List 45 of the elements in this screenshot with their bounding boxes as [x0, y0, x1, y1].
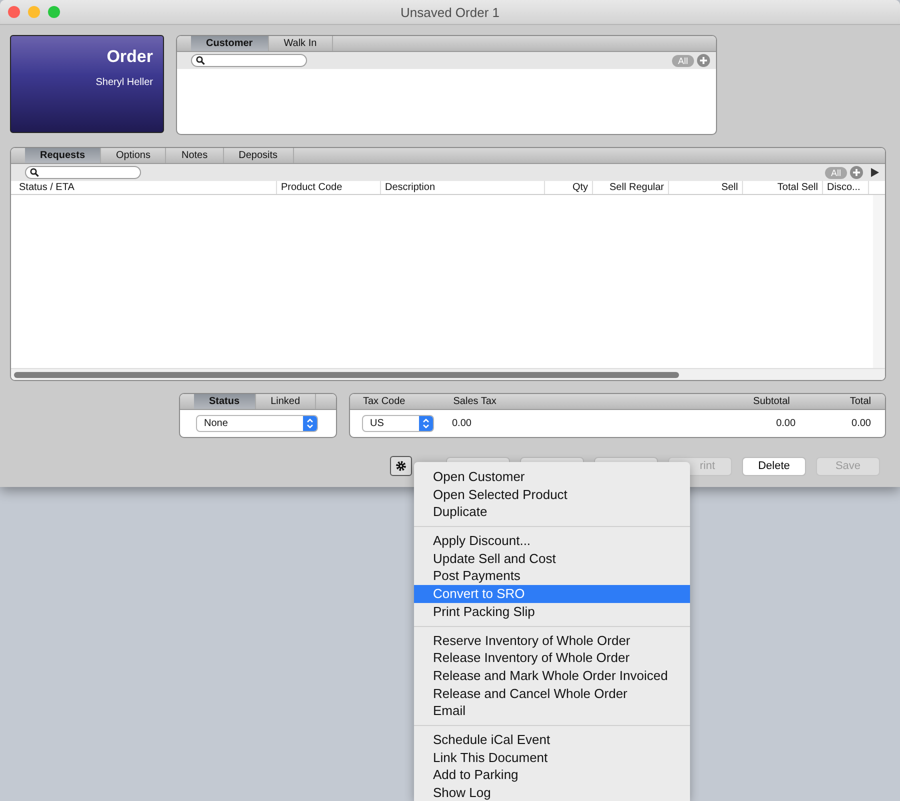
column-header: Tax Code [363, 396, 406, 407]
tab[interactable]: Requests [25, 148, 102, 163]
menu-item[interactable]: Release and Cancel Whole Order [414, 684, 690, 702]
tab[interactable]: Linked [256, 394, 316, 409]
column-header[interactable]: Status / ETA [15, 181, 277, 194]
button[interactable]: Delete [742, 456, 806, 476]
menu-item[interactable]: Email [414, 702, 690, 720]
menu-item[interactable]: Show Log [414, 784, 690, 801]
menu-item[interactable]: Apply Discount... [414, 532, 690, 550]
menu-item[interactable]: Reserve Inventory of Whole Order [414, 632, 690, 650]
tax-code-dropdown[interactable]: US [362, 415, 434, 432]
order-title: Order [106, 47, 153, 67]
tab[interactable]: Options [101, 148, 166, 163]
menu-item[interactable]: Print Packing Slip [414, 602, 690, 620]
menu-item[interactable]: Add to Parking [414, 766, 690, 784]
tab[interactable]: Notes [166, 148, 224, 163]
column-header[interactable]: Disco... [823, 181, 869, 194]
menu-item[interactable]: Duplicate [414, 503, 690, 522]
column-header[interactable]: Product Code [277, 181, 381, 194]
menu-item[interactable]: Release Inventory of Whole Order [414, 649, 690, 667]
tab[interactable]: Status [194, 394, 256, 409]
total-value: 0.00 [852, 418, 871, 429]
menu-item[interactable]: Open Selected Product [414, 486, 690, 504]
tab[interactable]: Deposits [224, 148, 294, 163]
column-header[interactable]: Sell [669, 181, 743, 194]
status-dropdown[interactable]: None [196, 415, 318, 432]
menu-item[interactable]: Release and Mark Whole Order Invoiced [414, 666, 690, 685]
column-header[interactable]: Total Sell [743, 181, 823, 194]
column-header: Sales Tax [453, 396, 496, 407]
tab[interactable]: Walk In [268, 36, 333, 51]
sales-tax-value: 0.00 [452, 418, 472, 429]
window-title: Unsaved Order 1 [400, 4, 500, 20]
column-header[interactable]: Description [381, 181, 545, 194]
column-header: Total [850, 396, 871, 407]
menu-item[interactable]: Link This Document [414, 748, 690, 766]
subtotal-value: 0.00 [776, 418, 796, 429]
column-header[interactable]: Sell Regular [593, 181, 669, 194]
customer-name: Sheryl Heller [96, 77, 153, 88]
menu-item[interactable]: Update Sell and Cost [414, 550, 690, 568]
column-header: Subtotal [753, 396, 790, 407]
menu-item[interactable]: Schedule iCal Event [414, 730, 690, 749]
column-header[interactable]: Qty [545, 181, 593, 194]
menu-item[interactable]: Post Payments [414, 567, 690, 586]
tab[interactable]: Customer [191, 36, 269, 51]
menu-item[interactable]: Convert to SRO [414, 585, 690, 603]
